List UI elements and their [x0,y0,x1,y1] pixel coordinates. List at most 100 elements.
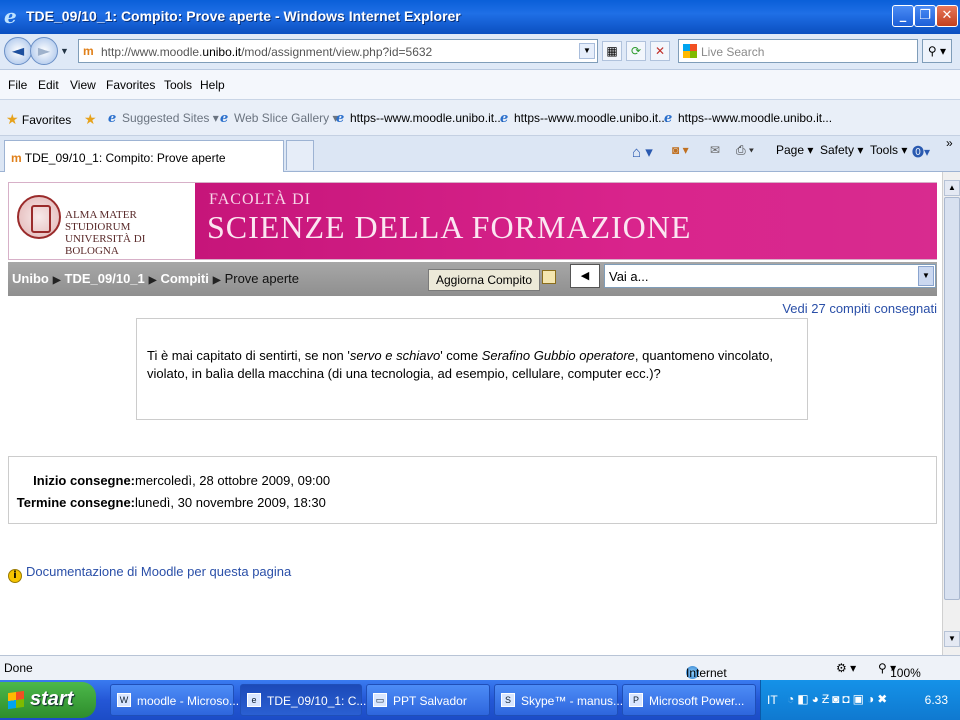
info-icon: i [8,569,22,583]
help-icon[interactable]: ⓿▾ [912,143,930,160]
role-switch-icon[interactable] [542,270,556,284]
moodle-favicon-icon: m [11,151,22,165]
feeds-icon[interactable]: ◙ ▾ [672,143,689,157]
scroll-up-icon[interactable]: ▲ [944,180,960,196]
assignment-dates: Inizio consegne:mercoledì, 28 ottobre 20… [8,456,937,524]
ie-page-icon: e [664,111,673,126]
menu-file[interactable]: File [8,78,27,92]
recent-pages-dropdown[interactable]: ▼ [60,46,69,56]
start-date-row: Inizio consegne:mercoledì, 28 ottobre 20… [11,473,330,488]
tab-title: TDE_09/10_1: Compito: Prove aperte [24,151,226,165]
favorites-bar: ★ Favorites ★ e Suggested Sites ▾ e Web Sl… [0,100,960,136]
maximize-button[interactable]: ❐ [914,5,936,27]
university-name-line2: UNIVERSITÀ DI BOLOGNA [65,233,146,257]
window-title-bar: e TDE_09/10_1: Compito: Prove aperte - W… [0,0,960,34]
refresh-icon[interactable]: ⟳ [626,41,646,61]
jump-to-select[interactable]: Vai a... ▼ [604,264,936,288]
home-icon[interactable]: ⌂ ▾ [632,143,653,161]
ie-page-icon: e [336,111,345,126]
windows-flag-icon [8,690,24,710]
moodle-favicon-icon: m [83,44,94,58]
breadcrumb-arrow-icon: ▶ [52,275,61,286]
forward-button[interactable]: ► [30,37,58,65]
powerpoint-icon: P [629,693,643,707]
search-input[interactable]: Live Search [678,39,918,63]
favorites-button[interactable]: ★ Favorites [6,111,71,128]
start-date-label: Inizio consegne: [33,473,135,488]
live-search-logo-icon [683,44,697,58]
fav-link-3[interactable]: e https--www.moodle.unibo.it... [664,111,832,126]
scroll-down-icon[interactable]: ▼ [944,631,960,647]
previous-activity-button[interactable]: ◀ [570,264,600,288]
url-input[interactable]: m http://www.moodle.unibo.it/mod/assignm… [78,39,598,63]
university-logo[interactable]: ALMA MATER STUDIORUM UNIVERSITÀ DI BOLOG… [9,183,195,259]
skype-icon: S [501,693,515,707]
menu-favorites[interactable]: Favorites [106,78,155,92]
breadcrumb-course[interactable]: TDE_09/10_1 [65,271,145,286]
status-bar: Done Internet ⚙ ▾ ⚲ 100% ▾ [0,655,960,680]
url-dropdown-icon[interactable]: ▼ [579,43,595,59]
new-tab-button[interactable] [286,140,314,170]
protected-mode-icon[interactable]: ⚙ ▾ [836,661,856,675]
task-ppt-folder[interactable]: ▭ PPT Salvador [366,684,490,716]
task-powerpoint[interactable]: P Microsoft Power... [622,684,756,716]
breadcrumb-arrow-icon: ▶ [212,275,221,286]
breadcrumb-unibo[interactable]: Unibo [12,271,49,286]
task-ie-current[interactable]: e TDE_09/10_1: C... [240,684,366,716]
ie-page-icon: e [220,111,229,126]
fav-link-2[interactable]: e https--www.moodle.unibo.it... [500,111,668,126]
jump-to-value: Vai a... [609,269,649,284]
url-text: http://www.moodle.unibo.it/mod/assignmen… [101,45,433,59]
search-placeholder: Live Search [701,45,765,59]
tray-icons[interactable]: ◔◧◕Ƶ◙◘▣◑✖ [787,692,890,706]
menu-help[interactable]: Help [200,78,225,92]
chevron-down-icon[interactable]: ▼ [918,266,934,286]
assignment-text: Ti è mai capitato di sentirti, se non 's… [147,348,773,381]
tools-menu[interactable]: Tools ▾ [870,143,907,157]
safety-menu[interactable]: Safety ▾ [820,143,863,157]
status-text: Done [4,661,33,675]
fav-link-1[interactable]: e https--www.moodle.unibo.it... [336,111,504,126]
menu-edit[interactable]: Edit [38,78,59,92]
search-button[interactable]: ⚲ ▾ [922,39,952,63]
compatibility-view-icon[interactable]: ▦ [602,41,622,61]
page-menu[interactable]: Page ▾ [776,143,813,157]
breadcrumb-assignments[interactable]: Compiti [160,271,208,286]
ie-logo-icon: e [4,4,17,28]
end-date-row: Termine consegne:lunedì, 30 novembre 200… [11,495,326,510]
read-mail-icon[interactable]: ✉ [710,143,720,157]
close-button[interactable]: ✕ [936,5,958,27]
faculty-label: FACOLTÀ DI [209,191,312,208]
breadcrumb: Unibo ▶ TDE_09/10_1 ▶ Compiti ▶ Prove aperte [12,271,299,286]
task-moodle-word[interactable]: Wmoodle - Microso... [110,684,239,716]
more-chevron-icon[interactable]: » [946,136,953,150]
faculty-name: SCIENZE DELLA FORMAZIONE [207,209,692,245]
minimize-button[interactable]: _ [892,5,914,27]
language-indicator[interactable]: IT [767,693,778,707]
tab-current[interactable]: m TDE_09/10_1: Compito: Prove aperte [4,140,284,172]
print-icon[interactable]: ⎙ ▾ [736,143,754,158]
ie-page-icon: e [108,111,117,126]
scroll-thumb[interactable] [944,197,960,600]
fav-web-slice-gallery[interactable]: e Web Slice Gallery ▾ [220,111,339,126]
university-name-line1: ALMA MATER STUDIORUM [65,209,137,233]
menu-view[interactable]: View [70,78,96,92]
window-title: TDE_09/10_1: Compito: Prove aperte - Win… [26,8,461,24]
task-skype[interactable]: S Skype™ - manus... [494,684,623,716]
end-date-label: Termine consegne: [16,495,135,510]
start-date-value: mercoledì, 28 ottobre 2009, 09:00 [135,473,331,488]
folder-icon: ▭ [373,693,387,707]
back-button[interactable]: ◄ [4,37,32,65]
assignment-description: Ti è mai capitato di sentirti, se non 's… [136,318,808,420]
moodle-docs-link[interactable]: i Documentazione di Moodle per questa pag… [8,564,291,583]
stop-icon[interactable]: ✕ [650,41,670,61]
add-favorites-icon[interactable]: ★ [84,111,97,128]
menu-tools[interactable]: Tools [164,78,192,92]
breadcrumb-current: Prove aperte [224,271,299,286]
vertical-scrollbar[interactable]: ▲ ▼ [942,172,960,655]
start-button[interactable]: start [0,682,96,718]
zoom-control[interactable]: ⚲ 100% ▾ [878,661,921,680]
update-assignment-button[interactable]: Aggiorna Compito [428,269,540,291]
fav-suggested-sites[interactable]: e Suggested Sites ▾ [108,111,219,126]
submitted-assignments-link[interactable]: Vedi 27 compiti consegnati [782,301,937,316]
